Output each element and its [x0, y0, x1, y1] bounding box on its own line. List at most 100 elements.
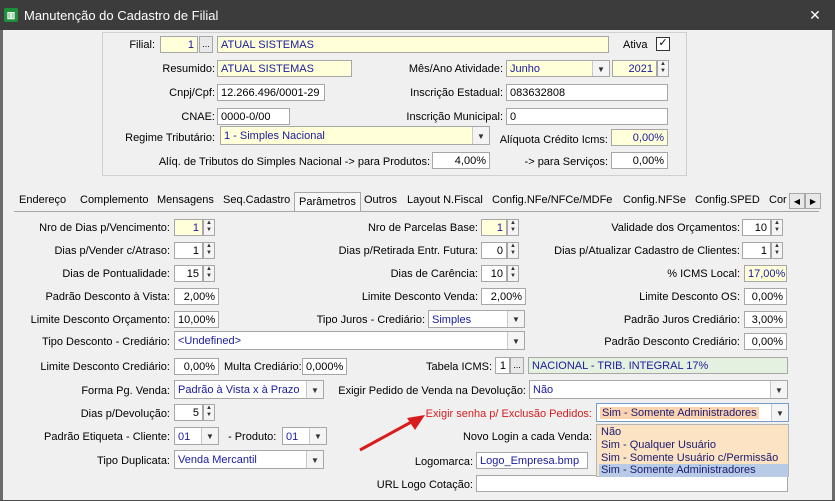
- icms-local-input[interactable]: 17,00%: [744, 265, 787, 282]
- chevron-down-icon[interactable]: ▼: [507, 311, 524, 327]
- url-logo-input[interactable]: [476, 475, 788, 492]
- dias-carencia-input[interactable]: 10: [481, 265, 507, 282]
- dias-devolucao-input[interactable]: 5: [174, 404, 203, 421]
- tab-outros[interactable]: Outros: [364, 194, 397, 210]
- tab-cor[interactable]: Cor: [769, 194, 787, 210]
- aliq-servicos-input[interactable]: 0,00%: [611, 152, 668, 169]
- limite-desc-orc-input[interactable]: 10,00%: [174, 311, 219, 328]
- chevron-down-icon[interactable]: ▼: [592, 61, 609, 76]
- padrao-desc-cred-input[interactable]: 0,00%: [744, 333, 787, 350]
- padrao-juros-cred-input[interactable]: 3,00%: [744, 311, 787, 328]
- dias-retirada-input[interactable]: 0: [481, 242, 507, 259]
- tab-endereco[interactable]: Endereço: [19, 194, 66, 210]
- validade-orc-input[interactable]: 10: [742, 219, 771, 236]
- mes-select[interactable]: Junho ▼: [506, 60, 610, 77]
- filial-label: Filial:: [129, 39, 155, 51]
- novo-login-label: Novo Login a cada Venda:: [462, 431, 592, 443]
- tabela-icms-name-field: NACIONAL - TRIB. INTEGRAL 17%: [528, 357, 788, 374]
- filial-search-button[interactable]: ...: [199, 36, 213, 53]
- regime-label: Regime Tributário:: [125, 132, 215, 144]
- padrao-etiqueta-label: Padrão Etiqueta - Cliente:: [44, 431, 170, 443]
- tab-seq-cadastro[interactable]: Seq.Cadastro: [223, 194, 290, 210]
- chevron-down-icon[interactable]: ▼: [201, 428, 218, 444]
- tipo-duplicata-select[interactable]: Venda Mercantil ▼: [174, 450, 324, 469]
- dias-retirada-spinner[interactable]: ▲ ▼: [507, 242, 519, 259]
- tipo-duplicata-label: Tipo Duplicata:: [97, 455, 170, 467]
- tab-complemento[interactable]: Complemento: [80, 194, 148, 210]
- aliq-produtos-input[interactable]: 4,00%: [432, 152, 490, 169]
- tab-config-sped[interactable]: Config.SPED: [695, 194, 760, 210]
- dias-atualizar-input[interactable]: 1: [742, 242, 771, 259]
- tabela-icms-search-button[interactable]: ...: [510, 357, 524, 374]
- padrao-desc-vista-input[interactable]: 2,00%: [174, 288, 219, 305]
- nro-parcelas-input[interactable]: 1: [481, 219, 507, 236]
- chevron-down-icon[interactable]: ▼: [771, 404, 788, 421]
- chevron-down-icon[interactable]: ▼: [306, 381, 323, 398]
- regime-select[interactable]: 1 - Simples Nacional ▼: [220, 126, 490, 145]
- cnpj-label: Cnpj/Cpf:: [169, 87, 215, 99]
- dias-carencia-label: Dias de Carência:: [390, 268, 478, 280]
- para-servicos-label: -> para Serviços:: [524, 156, 608, 168]
- nro-parcelas-label: Nro de Parcelas Base:: [367, 222, 478, 234]
- aliquota-credito-input[interactable]: 0,00%: [611, 129, 668, 146]
- nro-parcelas-spinner[interactable]: ▲ ▼: [507, 219, 519, 236]
- dias-carencia-spinner[interactable]: ▲ ▼: [507, 265, 519, 282]
- close-button[interactable]: ✕: [806, 6, 824, 24]
- dias-devolucao-spinner[interactable]: ▲ ▼: [203, 404, 215, 421]
- tab-scroll-right-icon[interactable]: ▶: [805, 193, 821, 209]
- chevron-down-icon[interactable]: ▼: [472, 127, 489, 144]
- nro-dias-venc-spinner[interactable]: ▲ ▼: [203, 219, 215, 236]
- option-somente-administradores[interactable]: Sim - Somente Administradores: [599, 464, 788, 477]
- limite-desc-venda-input[interactable]: 2,00%: [481, 288, 526, 305]
- tab-config-nfse[interactable]: Config.NFSe: [623, 194, 686, 210]
- chevron-down-icon[interactable]: ▼: [309, 428, 326, 444]
- etiqueta-cliente-select[interactable]: 01 ▼: [174, 427, 219, 445]
- limite-desc-venda-label: Limite Desconto Venda:: [361, 291, 478, 303]
- option-nao[interactable]: Não: [599, 426, 621, 439]
- validade-orc-spinner[interactable]: ▲ ▼: [771, 219, 783, 236]
- ano-input[interactable]: 2021: [612, 60, 657, 77]
- exigir-senha-select[interactable]: Sim - Somente Administradores ▼: [596, 403, 789, 422]
- filial-name-field[interactable]: ATUAL SISTEMAS: [217, 36, 609, 53]
- resumido-input[interactable]: ATUAL SISTEMAS: [217, 60, 352, 77]
- produto-label: - Produto:: [228, 431, 277, 443]
- tipo-desc-cred-value: <Undefined>: [178, 335, 241, 347]
- tab-layout-nfiscal[interactable]: Layout N.Fiscal: [407, 194, 483, 210]
- dias-pontualidade-spinner[interactable]: ▲ ▼: [203, 265, 215, 282]
- logomarca-input[interactable]: Logo_Empresa.bmp: [476, 452, 588, 469]
- tabela-icms-code-input[interactable]: 1: [495, 357, 510, 374]
- filial-code-input[interactable]: 1: [160, 36, 198, 53]
- cnpj-input[interactable]: 12.266.496/0001-29: [217, 84, 325, 101]
- chevron-down-icon[interactable]: ▼: [770, 381, 787, 398]
- exigir-pedido-label: Exigir Pedido de Venda na Devolução:: [338, 385, 526, 397]
- ativa-checkbox[interactable]: ✓: [656, 37, 670, 51]
- exigir-pedido-select[interactable]: Não ▼: [529, 380, 788, 399]
- tipo-desc-cred-select[interactable]: <Undefined> ▼: [174, 331, 525, 350]
- ano-spinner[interactable]: ▲ ▼: [657, 60, 669, 77]
- dias-vender-input[interactable]: 1: [174, 242, 203, 259]
- tab-strip: Endereço Complemento Mensagens Seq.Cadas…: [14, 192, 821, 212]
- chevron-down-icon[interactable]: ▼: [507, 332, 524, 349]
- tab-parametros[interactable]: Parâmetros: [294, 192, 361, 211]
- tipo-juros-value: Simples: [432, 314, 472, 326]
- chevron-down-icon[interactable]: ▼: [306, 451, 323, 468]
- option-qualquer-usuario[interactable]: Sim - Qualquer Usuário: [599, 439, 716, 452]
- cnae-input[interactable]: 0000-0/00: [217, 108, 290, 125]
- ie-input[interactable]: 083632808: [506, 84, 668, 101]
- multa-cred-label: Multa Crediário:: [224, 361, 302, 373]
- tab-config-nfe[interactable]: Config.NFe/NFCe/MDFe: [492, 194, 612, 210]
- dias-pontualidade-input[interactable]: 15: [174, 265, 203, 282]
- tab-scroll-left-icon[interactable]: ◀: [789, 193, 805, 209]
- im-input[interactable]: 0: [506, 108, 668, 125]
- dias-vender-spinner[interactable]: ▲ ▼: [203, 242, 215, 259]
- multa-cred-input[interactable]: 0,000%: [302, 358, 347, 375]
- tab-mensagens[interactable]: Mensagens: [157, 194, 214, 210]
- nro-dias-venc-input[interactable]: 1: [174, 219, 203, 236]
- etiqueta-produto-select[interactable]: 01 ▼: [282, 427, 327, 445]
- limite-desc-cred-input[interactable]: 0,00%: [174, 358, 219, 375]
- dias-atualizar-spinner[interactable]: ▲ ▼: [771, 242, 783, 259]
- limite-desc-os-input[interactable]: 0,00%: [744, 288, 787, 305]
- forma-pg-select[interactable]: Padrão à Vista x à Prazo ▼: [174, 380, 324, 399]
- tipo-juros-select[interactable]: Simples ▼: [428, 310, 525, 328]
- ie-label: Inscrição Estadual:: [410, 87, 503, 99]
